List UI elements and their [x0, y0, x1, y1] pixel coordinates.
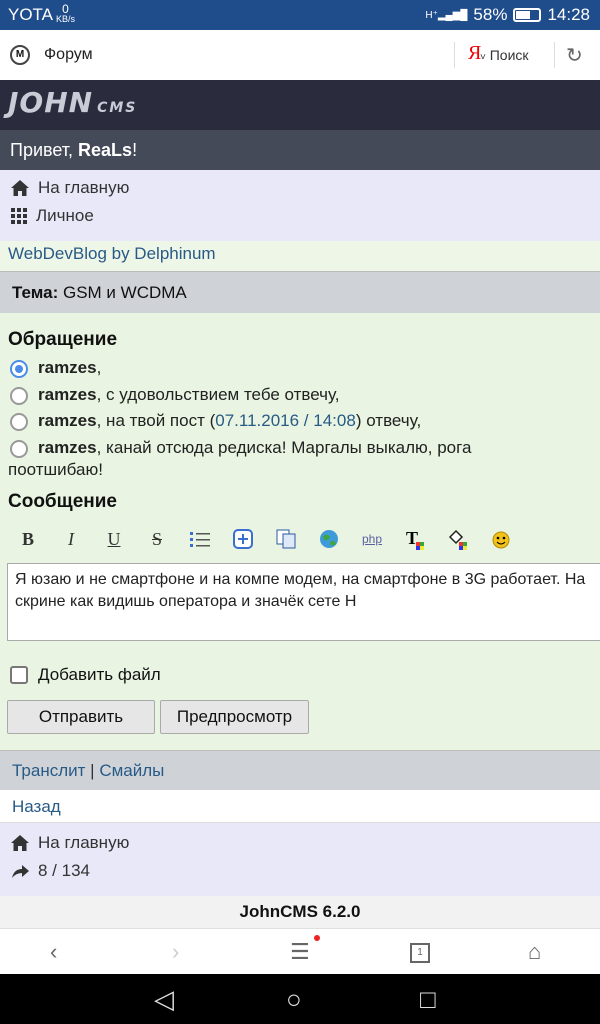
bbcode-toolbar: B I U S php T: [14, 525, 515, 553]
appeal-heading: Обращение: [8, 329, 118, 350]
blog-bar: WebDevBlog by Delphinum: [0, 241, 600, 271]
copy-icon[interactable]: [272, 525, 300, 553]
top-nav: На главную Личное: [0, 170, 600, 242]
appeal-option-4: ramzes, канай отсюда редиска! Маргалы вы…: [38, 438, 472, 457]
footer: JohnCMS 6.2.0: [0, 896, 600, 928]
appeal-radio-4[interactable]: [10, 440, 28, 458]
carrier-name: YOTA: [8, 5, 54, 24]
topic-bar: Тема: GSM и WCDMA: [0, 271, 600, 315]
appeal-option-1: ramzes,: [38, 358, 102, 377]
nav-home-link[interactable]: На главную: [10, 178, 129, 198]
bold-icon[interactable]: B: [14, 525, 42, 553]
bg-color-icon[interactable]: [444, 525, 472, 553]
nav-personal-link[interactable]: Личное: [10, 206, 94, 226]
greeting-prefix: Привет,: [10, 140, 79, 160]
divider: [554, 42, 555, 68]
site-favicon-icon: M: [10, 45, 30, 65]
appeal-radio-1[interactable]: [10, 360, 28, 378]
menu-icon[interactable]: ☰: [290, 939, 310, 965]
battery-percent: 58%: [473, 5, 508, 24]
clock: 14:28: [547, 5, 590, 24]
bottom-home-link[interactable]: На главную: [10, 833, 129, 853]
grid-icon: [11, 208, 27, 224]
preview-button[interactable]: Предпросмотр: [160, 700, 309, 734]
search-button[interactable]: ˅ Поиск: [480, 47, 529, 63]
site-logo[interactable]: JOHN CMS: [8, 86, 137, 119]
tabs-button[interactable]: 1: [410, 943, 430, 963]
site-logo-bar: JOHN CMS: [0, 80, 600, 130]
system-recents-icon[interactable]: □: [420, 984, 436, 1015]
online-counter[interactable]: 8 / 134: [10, 861, 90, 881]
battery-icon: [513, 8, 542, 22]
smile-icon[interactable]: [487, 525, 515, 553]
home-icon: [11, 835, 29, 851]
logo-main: JOHN: [8, 86, 94, 119]
blog-link[interactable]: WebDevBlog by Delphinum: [0, 244, 216, 263]
appeal-radio-3[interactable]: [10, 413, 28, 431]
home-icon: [11, 180, 29, 196]
message-textarea[interactable]: Я юзаю и не смартфоне и на компе модем, …: [7, 563, 600, 641]
topic-label: Тема:: [12, 283, 59, 302]
attach-file-checkbox[interactable]: [10, 666, 28, 684]
back-bar: Назад: [0, 790, 600, 822]
globe-icon[interactable]: [315, 525, 343, 553]
logo-sub: CMS: [97, 100, 138, 116]
greeting-suffix: !: [132, 140, 138, 160]
greeting: Привет, ReaLs!: [0, 140, 137, 160]
smiles-link[interactable]: Смайлы: [99, 761, 164, 780]
nav-personal-label: Личное: [36, 206, 94, 225]
strike-icon[interactable]: S: [143, 525, 171, 553]
speed-unit: KB/s: [56, 14, 76, 24]
bottom-nav: На главную 8 / 134: [0, 822, 600, 897]
post-date-link[interactable]: 07.11.2016 / 14:08: [215, 411, 356, 430]
appeal-option-2: ramzes, с удовольствием тебе отвечу,: [38, 385, 340, 404]
username: ReaLs: [78, 140, 133, 160]
translit-links: Транслит | Смайлы: [0, 761, 164, 780]
topic: Тема: GSM и WCDMA: [0, 283, 187, 302]
send-button[interactable]: Отправить: [7, 700, 155, 734]
status-bar: YOTA 0 KB/s H⁺▂▄▆█ 58% 14:28: [0, 0, 600, 30]
browser-nav-bar: ‹ › ☰ 1 ⌂: [0, 928, 600, 975]
system-home-icon[interactable]: ○: [286, 984, 302, 1015]
reply-form: Обращение ramzes, ramzes, с удовольствие…: [0, 313, 600, 750]
add-icon[interactable]: [229, 525, 257, 553]
text-color-icon[interactable]: T: [401, 525, 429, 553]
signal-icon: H⁺▂▄▆█: [425, 9, 468, 21]
search-label: Поиск: [489, 47, 529, 63]
forward-arrow-icon: [12, 865, 29, 878]
system-nav-bar: ◁ ○ □: [0, 974, 600, 1024]
back-link[interactable]: Назад: [0, 797, 61, 816]
list-icon[interactable]: [186, 525, 214, 553]
attach-file-label: Добавить файл: [38, 665, 161, 684]
translit-link[interactable]: Транслит: [12, 761, 85, 780]
notification-dot: [314, 935, 320, 941]
back-arrow-icon[interactable]: ‹: [50, 939, 57, 965]
counter-value: 8 / 134: [38, 861, 90, 880]
appeal-option-4-line2: поотшибаю!: [8, 460, 103, 479]
site-name[interactable]: Форум: [44, 46, 93, 64]
reload-icon[interactable]: ↻: [566, 43, 583, 68]
greeting-bar: Привет, ReaLs!: [0, 130, 600, 170]
status-right: H⁺▂▄▆█ 58% 14:28: [425, 5, 590, 25]
php-icon[interactable]: php: [358, 525, 386, 553]
separator: |: [85, 761, 100, 780]
divider: [454, 42, 455, 68]
underline-icon[interactable]: U: [100, 525, 128, 553]
home-icon[interactable]: ⌂: [528, 939, 541, 965]
message-heading: Сообщение: [8, 491, 117, 512]
nav-home-label: На главную: [38, 178, 130, 197]
browser-bar: M Форум Я ˅ Поиск ↻: [0, 30, 600, 81]
system-back-icon[interactable]: ◁: [154, 984, 174, 1015]
network-speed: 0 KB/s: [56, 3, 75, 24]
translit-bar: Транслит | Смайлы: [0, 750, 600, 792]
appeal-option-3: ramzes, на твой пост (07.11.2016 / 14:08…: [38, 411, 422, 430]
bottom-home-label: На главную: [38, 833, 130, 852]
topic-value: GSM и WCDMA: [62, 283, 187, 302]
italic-icon[interactable]: I: [57, 525, 85, 553]
forward-arrow-icon[interactable]: ›: [172, 939, 179, 965]
appeal-radio-2[interactable]: [10, 387, 28, 405]
